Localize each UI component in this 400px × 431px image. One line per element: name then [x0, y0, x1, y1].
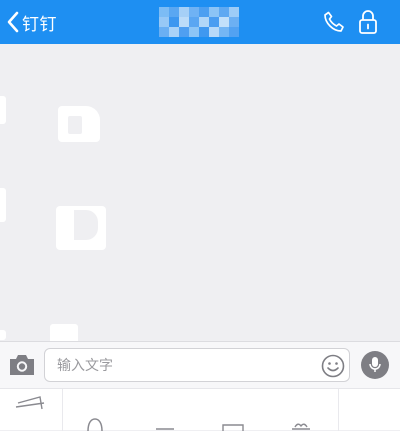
- message-bubble-edge: [0, 96, 6, 124]
- mosaic-cell: [179, 7, 189, 17]
- mosaic-cell: [219, 7, 229, 17]
- mosaic-cell: [189, 17, 199, 27]
- mosaic-cell: [219, 27, 229, 37]
- message-input[interactable]: [55, 349, 319, 383]
- mosaic-cell: [219, 17, 229, 27]
- mosaic-cell: [199, 27, 209, 37]
- message-bubble: [58, 106, 100, 142]
- location-icon[interactable]: [80, 389, 110, 431]
- mosaic-cell: [159, 27, 169, 37]
- chat-title-pixelated: [159, 7, 239, 37]
- mosaic-cell: [229, 7, 239, 17]
- mosaic-cell: [169, 7, 179, 17]
- mosaic-cell: [209, 17, 219, 27]
- mosaic-cell: [179, 27, 189, 37]
- chevron-left-icon: [7, 11, 19, 33]
- back-button[interactable]: 钉钉: [6, 9, 57, 35]
- mosaic-cell: [159, 17, 169, 27]
- voice-button[interactable]: [361, 351, 389, 379]
- mosaic-cell: [159, 7, 169, 17]
- emoji-icon[interactable]: [321, 354, 345, 378]
- message-input-field[interactable]: [44, 348, 350, 383]
- mosaic-cell: [169, 17, 179, 27]
- mosaic-cell: [209, 27, 219, 37]
- gift-icon[interactable]: [286, 389, 316, 431]
- mosaic-cell: [199, 7, 209, 17]
- input-bar: [0, 341, 400, 388]
- toolbar-divider: [338, 389, 339, 431]
- mosaic-cell: [209, 7, 219, 17]
- mosaic-cell: [189, 27, 199, 37]
- camera-icon[interactable]: [8, 352, 36, 378]
- message-bubble-edge: [0, 188, 6, 222]
- toolbar-divider: [62, 389, 63, 431]
- nav-header: 钉钉: [0, 0, 400, 44]
- mosaic-cell: [229, 17, 239, 27]
- mosaic-cell: [189, 7, 199, 17]
- message-bubble-edge: [0, 330, 6, 340]
- file-icon[interactable]: [150, 389, 180, 431]
- mosaic-cell: [229, 27, 239, 37]
- message-bubble: [56, 206, 106, 250]
- phone-icon[interactable]: [322, 10, 346, 34]
- back-label: 钉钉: [22, 14, 57, 35]
- image-icon[interactable]: [10, 389, 50, 431]
- mosaic-cell: [199, 17, 209, 27]
- message-bubble: [50, 324, 78, 341]
- mosaic-cell: [169, 27, 179, 37]
- chat-message-area[interactable]: [0, 44, 400, 341]
- gallery-icon[interactable]: [218, 389, 248, 431]
- attachment-toolbar: [0, 388, 400, 431]
- microphone-icon: [369, 357, 381, 372]
- lock-icon[interactable]: [357, 9, 379, 35]
- mosaic-cell: [179, 17, 189, 27]
